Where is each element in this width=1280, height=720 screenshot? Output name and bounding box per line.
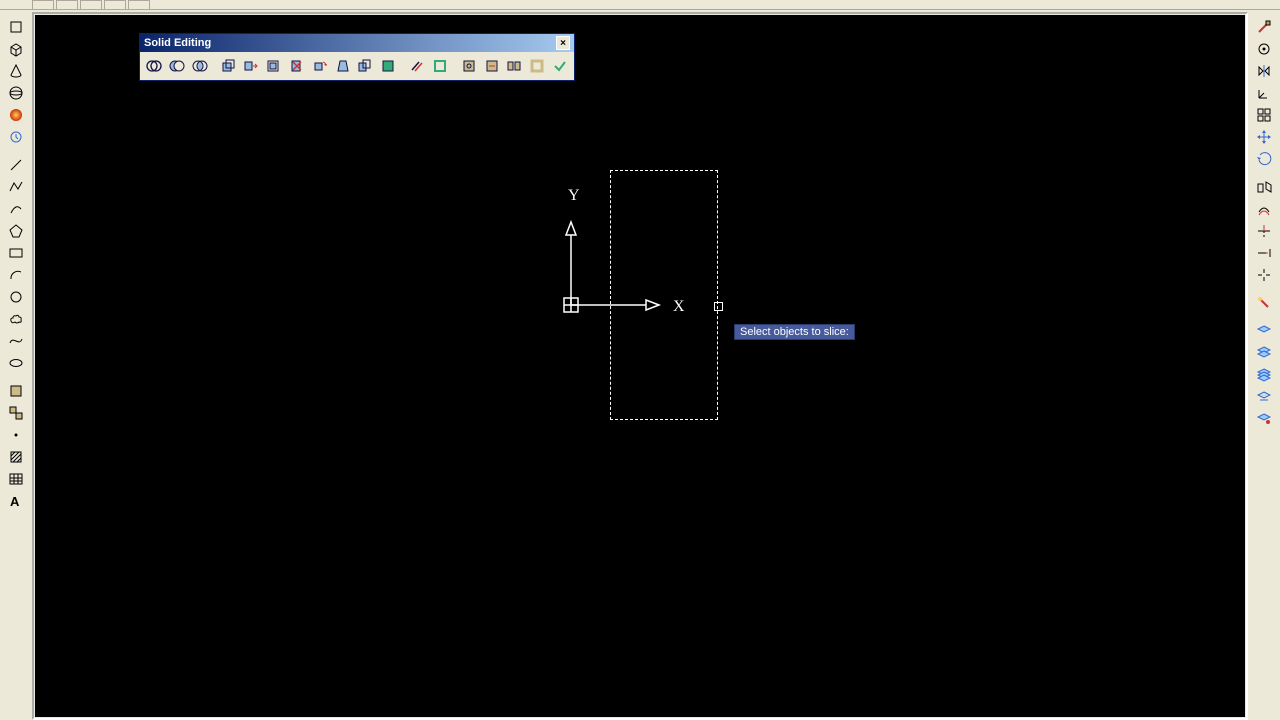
- offset-icon[interactable]: [1251, 198, 1277, 220]
- table-icon[interactable]: [3, 468, 29, 490]
- right-toolbar: [1251, 16, 1277, 430]
- layerstate1-icon[interactable]: [1251, 342, 1277, 364]
- osnap-icon[interactable]: [1251, 38, 1277, 60]
- arc-line-icon[interactable]: [3, 198, 29, 220]
- shell-icon[interactable]: [526, 55, 548, 77]
- drawing-viewport[interactable]: Y X Select objects to slice: Solid Editi…: [35, 15, 1245, 717]
- region-icon[interactable]: [3, 402, 29, 424]
- pickbox-cursor: [714, 302, 723, 311]
- top-toolbar-button[interactable]: [56, 0, 78, 10]
- clean-icon[interactable]: [481, 55, 503, 77]
- gradient-sphere-icon[interactable]: [3, 104, 29, 126]
- intersect-icon[interactable]: [189, 55, 211, 77]
- cube-icon[interactable]: [3, 38, 29, 60]
- extrude-face-icon[interactable]: [217, 55, 239, 77]
- ucs-icon: Y X: [560, 180, 690, 320]
- copy-face-icon[interactable]: [355, 55, 377, 77]
- solid-editing-toolbar[interactable]: Solid Editing ×: [139, 33, 575, 81]
- freeze-icon[interactable]: [1251, 408, 1277, 430]
- ellipse-icon[interactable]: [3, 352, 29, 374]
- offset-face-icon[interactable]: [263, 55, 285, 77]
- move-face-icon[interactable]: [240, 55, 262, 77]
- svg-text:A: A: [10, 494, 20, 509]
- polyline-icon[interactable]: [3, 176, 29, 198]
- material-icon[interactable]: [1251, 16, 1277, 38]
- solid-editing-buttons: [140, 52, 574, 80]
- taper-face-icon[interactable]: [332, 55, 354, 77]
- subtract-icon[interactable]: [166, 55, 188, 77]
- layerstate3-icon[interactable]: [1251, 386, 1277, 408]
- grid-icon[interactable]: [1251, 104, 1277, 126]
- drawing-canvas-frame: Y X Select objects to slice: Solid Editi…: [32, 12, 1248, 720]
- top-toolbar-button[interactable]: [32, 0, 54, 10]
- copy-edge-icon[interactable]: [406, 55, 428, 77]
- imprint-icon[interactable]: [458, 55, 480, 77]
- hatch-icon[interactable]: [3, 446, 29, 468]
- mtext-icon[interactable]: A: [3, 490, 29, 512]
- line-icon[interactable]: [3, 154, 29, 176]
- color-edge-icon[interactable]: [429, 55, 451, 77]
- arc-icon[interactable]: [3, 264, 29, 286]
- rotate-face-icon[interactable]: [309, 55, 331, 77]
- match-icon[interactable]: [1251, 292, 1277, 314]
- check-icon[interactable]: [549, 55, 571, 77]
- rotate3d-icon[interactable]: [1251, 148, 1277, 170]
- block-icon[interactable]: [3, 380, 29, 402]
- top-toolbar-button[interactable]: [104, 0, 126, 10]
- solid-editing-title-label: Solid Editing: [144, 37, 211, 49]
- command-prompt-tooltip: Select objects to slice:: [734, 324, 855, 340]
- union-icon[interactable]: [143, 55, 165, 77]
- point-icon[interactable]: [3, 424, 29, 446]
- top-toolbar-strip: [0, 0, 1280, 10]
- top-toolbar-button[interactable]: [128, 0, 150, 10]
- close-icon[interactable]: ×: [556, 36, 570, 50]
- break-icon[interactable]: [1251, 264, 1277, 286]
- extend-icon[interactable]: [1251, 242, 1277, 264]
- box-icon[interactable]: [3, 16, 29, 38]
- cloud-icon[interactable]: [3, 308, 29, 330]
- separate-icon[interactable]: [504, 55, 526, 77]
- svg-text:X: X: [673, 298, 685, 315]
- move3d-icon[interactable]: [1251, 126, 1277, 148]
- top-toolbar-button[interactable]: [80, 0, 102, 10]
- cone-icon[interactable]: [3, 60, 29, 82]
- color-face-icon[interactable]: [377, 55, 399, 77]
- ucs3d-icon[interactable]: [1251, 82, 1277, 104]
- trim-icon[interactable]: [1251, 220, 1277, 242]
- spline-icon[interactable]: [3, 330, 29, 352]
- delete-face-icon[interactable]: [286, 55, 308, 77]
- rectangle-icon[interactable]: [3, 242, 29, 264]
- solid-editing-titlebar[interactable]: Solid Editing ×: [140, 34, 574, 52]
- align-icon[interactable]: [1251, 176, 1277, 198]
- sphere-icon[interactable]: [3, 82, 29, 104]
- circle-icon[interactable]: [3, 286, 29, 308]
- history-icon[interactable]: [3, 126, 29, 148]
- selected-box-object: [610, 170, 718, 420]
- mirror3d-icon[interactable]: [1251, 60, 1277, 82]
- left-toolbar: A: [3, 16, 29, 512]
- svg-text:Y: Y: [568, 187, 580, 204]
- layerstate2-icon[interactable]: [1251, 364, 1277, 386]
- polygon-icon[interactable]: [3, 220, 29, 242]
- layer-icon[interactable]: [1251, 320, 1277, 342]
